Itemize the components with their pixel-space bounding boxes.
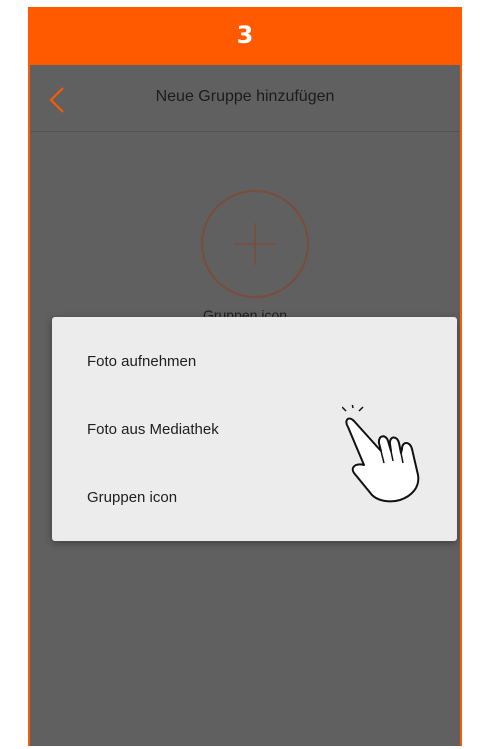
- menu-item-take-photo[interactable]: Foto aufnehmen: [87, 353, 196, 370]
- app-header: Neue Gruppe hinzufügen: [30, 65, 460, 132]
- tutorial-frame: 3 Neue Gruppe hinzufügen Gruppen icon Fo…: [28, 7, 462, 746]
- step-number: 3: [236, 21, 254, 49]
- hand-pointer-icon: [342, 405, 420, 503]
- plus-circle-icon[interactable]: [200, 189, 310, 299]
- page-title: Neue Gruppe hinzufügen: [155, 88, 335, 105]
- menu-item-group-icon[interactable]: Gruppen icon: [87, 489, 177, 506]
- menu-item-photo-library[interactable]: Foto aus Mediathek: [87, 421, 219, 438]
